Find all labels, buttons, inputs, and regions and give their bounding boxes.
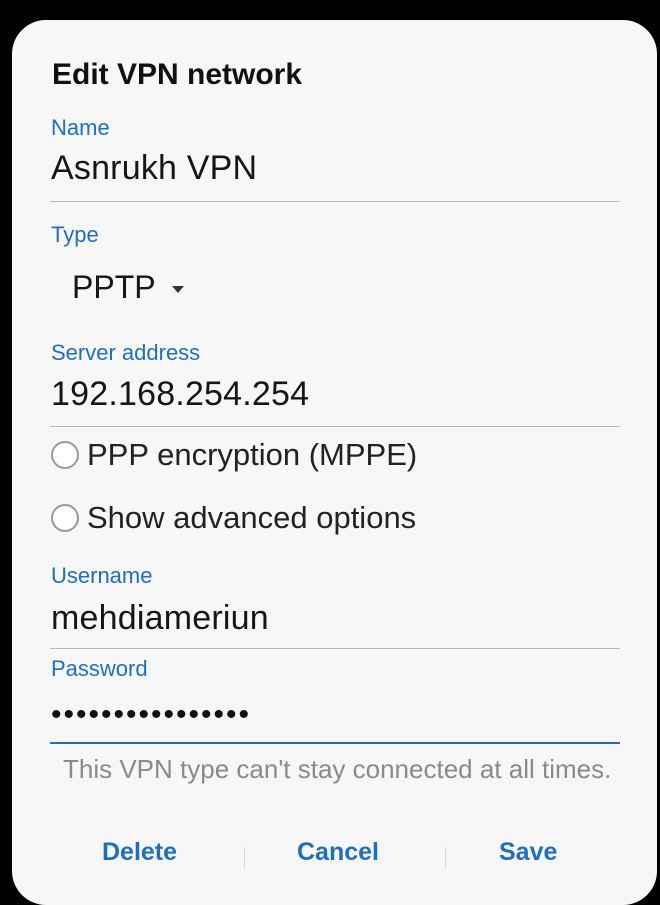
save-button[interactable]: Save: [499, 838, 557, 867]
cancel-button[interactable]: Cancel: [297, 838, 379, 867]
username-input[interactable]: mehdiameriun: [51, 599, 269, 638]
name-underline: [50, 201, 620, 202]
password-underline: [50, 742, 620, 744]
username-label: Username: [51, 563, 153, 588]
password-input[interactable]: ••••••••••••••••: [51, 698, 251, 732]
edit-vpn-dialog: Edit VPN network Name Asnrukh VPN Type P…: [12, 20, 657, 905]
vpn-type-note: This VPN type can't stay connected at al…: [63, 754, 612, 784]
ppp-encryption-label: PPP encryption (MPPE): [87, 437, 418, 472]
button-divider: [445, 847, 446, 869]
server-address-label: Server address: [51, 340, 201, 365]
name-input[interactable]: Asnrukh VPN: [51, 149, 257, 188]
name-label: Name: [51, 115, 110, 140]
delete-button[interactable]: Delete: [102, 838, 177, 867]
show-advanced-options-option[interactable]: Show advanced options: [51, 500, 416, 536]
server-address-input[interactable]: 192.168.254.254: [51, 375, 309, 414]
password-label: Password: [51, 656, 148, 681]
show-advanced-options-label: Show advanced options: [87, 500, 417, 535]
type-label: Type: [51, 222, 99, 247]
chevron-down-icon: [171, 285, 184, 293]
server-address-underline: [50, 426, 620, 427]
type-select[interactable]: PPTP: [72, 269, 184, 306]
ppp-encryption-option[interactable]: PPP encryption (MPPE): [51, 437, 417, 473]
dialog-title: Edit VPN network: [52, 58, 303, 91]
button-divider: [244, 847, 245, 869]
type-select-value: PPTP: [72, 269, 156, 305]
radio-unchecked-icon[interactable]: [51, 504, 79, 532]
username-underline: [50, 648, 620, 649]
radio-unchecked-icon[interactable]: [51, 441, 79, 469]
